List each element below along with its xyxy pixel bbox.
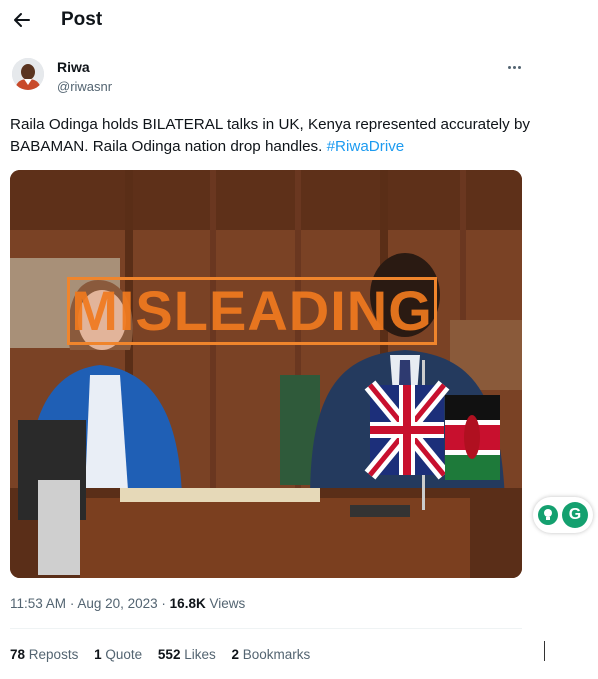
tweet-text: Raila Odinga holds BILATERAL talks in UK… bbox=[10, 114, 530, 158]
lightbulb-icon[interactable] bbox=[538, 505, 558, 525]
quotes-label: Quote bbox=[105, 647, 143, 662]
reposts-label: Reposts bbox=[28, 647, 79, 662]
bookmarks-count: 2 bbox=[231, 647, 240, 662]
meta-separator: · bbox=[161, 596, 170, 611]
likes-count: 552 bbox=[157, 647, 181, 662]
avatar[interactable] bbox=[12, 58, 44, 90]
misleading-label: MISLEADING bbox=[71, 279, 433, 342]
bookmarks-stat[interactable]: 2 Bookmarks bbox=[232, 647, 311, 662]
post-time[interactable]: 11:53 AM bbox=[10, 596, 66, 611]
tweet-image[interactable]: MISLEADING bbox=[10, 170, 522, 578]
reposts-count: 78 bbox=[10, 647, 26, 662]
post-date[interactable]: Aug 20, 2023 bbox=[77, 596, 157, 611]
more-dot-icon bbox=[517, 65, 521, 69]
page-header: Post bbox=[0, 0, 598, 44]
views-count: 16.8K bbox=[169, 596, 206, 611]
post-meta: 11:53 AM · Aug 20, 2023 · 16.8K Views bbox=[10, 596, 245, 611]
arrow-left-icon bbox=[14, 13, 30, 27]
tweet-body: Raila Odinga holds BILATERAL talks in UK… bbox=[10, 116, 531, 155]
page-title: Post bbox=[61, 9, 103, 30]
quotes-stat[interactable]: 1 Quote bbox=[94, 647, 142, 662]
likes-label: Likes bbox=[184, 647, 216, 662]
engagement-stats: 78 Reposts 1 Quote 552 Likes 2 Bookmarks bbox=[10, 647, 322, 662]
views-label: Views bbox=[209, 596, 246, 611]
misleading-label-box: MISLEADING bbox=[67, 277, 437, 345]
more-dot-icon bbox=[512, 65, 516, 69]
author-handle[interactable]: @riwasnr bbox=[57, 79, 112, 94]
reposts-stat[interactable]: 78 Reposts bbox=[10, 647, 78, 662]
back-button[interactable] bbox=[8, 6, 36, 34]
divider bbox=[10, 628, 522, 629]
bookmarks-label: Bookmarks bbox=[242, 647, 311, 662]
more-dot-icon bbox=[507, 65, 511, 69]
more-options-button[interactable] bbox=[502, 58, 526, 76]
photo-illustration bbox=[10, 170, 522, 578]
hashtag-link[interactable]: #RiwaDrive bbox=[327, 138, 405, 155]
g-badge-icon[interactable]: G bbox=[562, 502, 588, 528]
grammarly-widget[interactable]: G bbox=[533, 497, 593, 533]
likes-stat[interactable]: 552 Likes bbox=[158, 647, 216, 662]
author-name[interactable]: Riwa bbox=[57, 59, 90, 75]
text-cursor bbox=[544, 641, 545, 661]
quotes-count: 1 bbox=[94, 647, 102, 662]
